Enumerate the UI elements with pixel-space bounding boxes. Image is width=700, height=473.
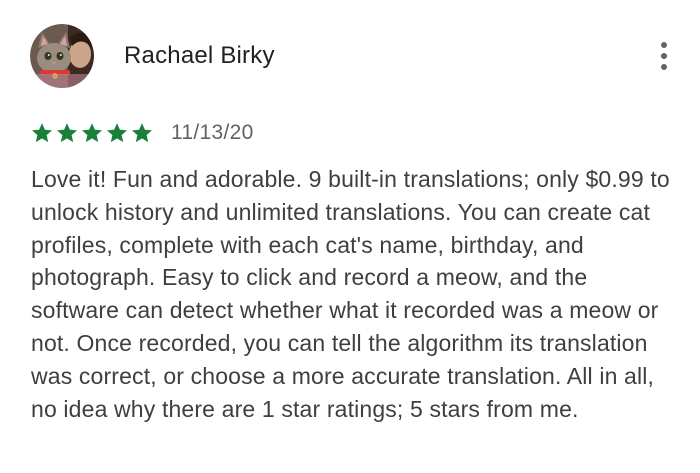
review-meta: 11/13/20 [30, 120, 254, 146]
star-icon [82, 123, 102, 143]
review-card: Rachael Birky 11/13/20 Love it! Fun and … [0, 0, 700, 473]
star-icon [57, 123, 77, 143]
review-text: Love it! Fun and adorable. 9 built-in tr… [31, 166, 670, 422]
review-header: Rachael Birky [30, 24, 670, 88]
star-rating [30, 120, 155, 146]
avatar[interactable] [30, 24, 94, 88]
star-icon [107, 123, 127, 143]
review-date: 11/13/20 [171, 121, 254, 144]
star-icon [32, 123, 52, 143]
star-icon [132, 123, 152, 143]
cat-avatar-icon [30, 24, 94, 88]
more-options-button[interactable] [650, 36, 678, 76]
author-name: Rachael Birky [124, 42, 275, 69]
